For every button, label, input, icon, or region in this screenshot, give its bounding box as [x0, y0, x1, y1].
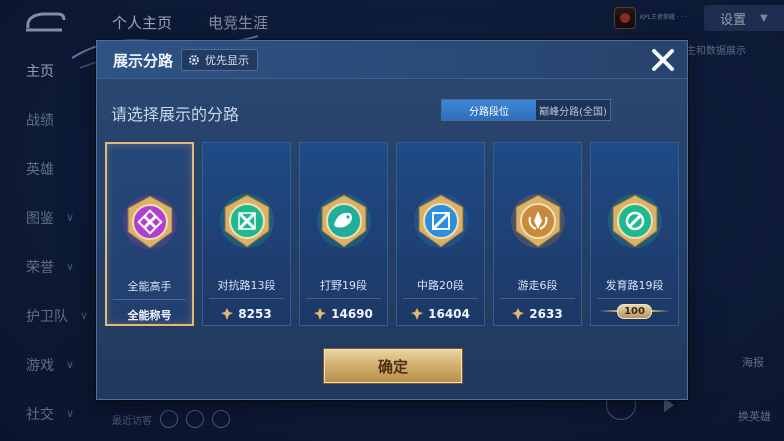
lane-title-text: 全能称号 — [127, 309, 172, 322]
gold-star-icon — [221, 308, 234, 320]
lane-card-name: 发育路19段 — [605, 279, 664, 292]
lane-score-value: 8253 — [238, 307, 272, 321]
lane-display-dialog: 展示分路 优先显示 请选择展示的分路 分路段位 巅峰分路(全国) 全能高手全能称… — [96, 40, 688, 400]
dialog-title: 展示分路 — [113, 52, 174, 70]
lane-card[interactable]: 打野19段 14690 — [299, 142, 388, 326]
gear-icon — [189, 55, 199, 65]
priority-display-label: 优先显示 — [205, 54, 249, 67]
gold-star-icon — [411, 308, 424, 320]
lane-card[interactable]: 中路20段 16404 — [396, 142, 485, 326]
lane-card-footer: 8253 — [203, 303, 290, 325]
lane-mode-switch: 分路段位 巅峰分路(全国) — [441, 99, 611, 121]
divider — [209, 298, 284, 299]
lane-card-name: 游走6段 — [517, 279, 558, 292]
roam-emblem-icon — [510, 193, 566, 249]
lane-card[interactable]: 对抗路13段 8253 — [202, 142, 291, 326]
lane-card-footer: 全能称号 — [107, 304, 192, 326]
lane-score-value: 14690 — [331, 307, 373, 321]
wing-decoration — [651, 310, 670, 312]
divider — [403, 298, 478, 299]
all-round-emblem-icon — [122, 194, 178, 250]
gold-star-icon — [314, 308, 327, 320]
lane-score-value: 2633 — [529, 307, 563, 321]
dialog-header: 展示分路 优先显示 — [97, 41, 687, 79]
divider — [597, 298, 672, 299]
lane-card-name: 对抗路13段 — [217, 279, 276, 292]
gold-star-icon — [512, 308, 525, 320]
stars-badge-value: 100 — [617, 303, 652, 319]
divider — [306, 298, 381, 299]
dialog-subtitle: 请选择展示的分路 — [111, 105, 240, 124]
stars-badge: 100 — [599, 301, 670, 321]
lane-card-footer: 2633 — [494, 303, 581, 325]
confirm-button[interactable]: 确定 — [324, 349, 462, 383]
divider — [113, 299, 186, 300]
priority-display-button[interactable]: 优先显示 — [181, 49, 258, 71]
tab-peak-lane[interactable]: 巅峰分路(全国) — [536, 100, 610, 120]
mid-lane-emblem-icon — [413, 193, 469, 249]
clash-lane-emblem-icon — [219, 193, 275, 249]
lane-score-value: 16404 — [428, 307, 470, 321]
jungle-emblem-icon — [316, 193, 372, 249]
lane-card[interactable]: 全能高手 全能称号 — [105, 142, 194, 326]
lane-card-footer: 14690 — [300, 303, 387, 325]
tab-lane-rank[interactable]: 分路段位 — [442, 100, 536, 120]
lane-card-name: 中路20段 — [417, 279, 464, 292]
lane-card[interactable]: 发育路19段 100 — [590, 142, 679, 326]
lane-card[interactable]: 游走6段 2633 — [493, 142, 582, 326]
farm-lane-emblem-icon — [607, 193, 663, 249]
lane-card-name: 打野19段 — [320, 279, 367, 292]
close-icon[interactable] — [650, 47, 676, 73]
wing-decoration — [599, 310, 618, 312]
lane-card-name: 全能高手 — [127, 280, 172, 293]
divider — [500, 298, 575, 299]
lane-card-footer: 16404 — [397, 303, 484, 325]
lane-card-list: 全能高手 全能称号 对抗路13段 8253 打野19段 14690 中路20段 16404 游走… — [105, 142, 681, 326]
